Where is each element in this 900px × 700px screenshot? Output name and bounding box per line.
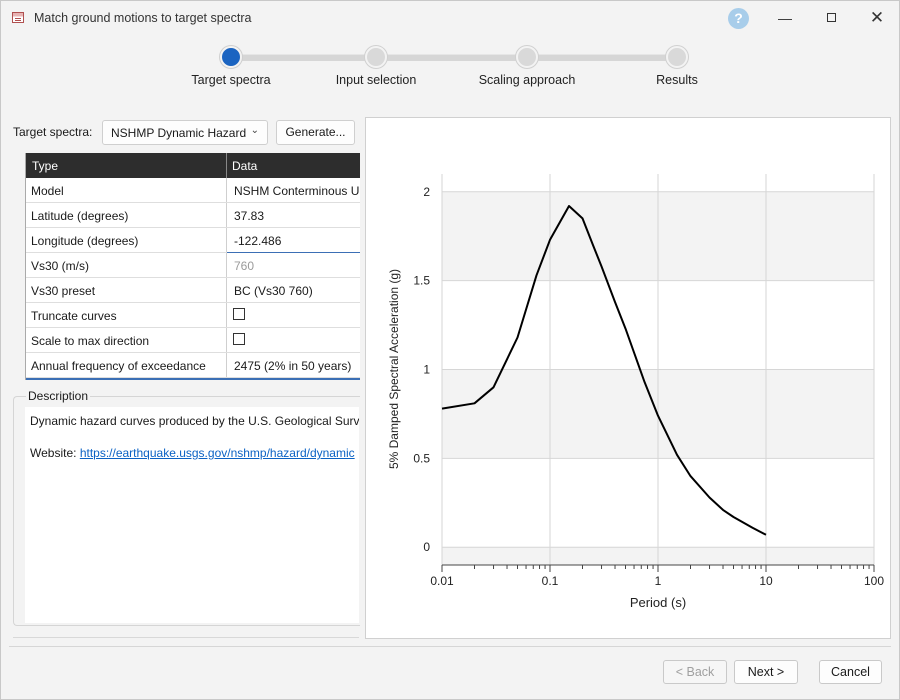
website-label: Website: <box>30 446 77 460</box>
description-website: Website: https://earthquake.usgs.gov/nsh… <box>30 446 355 460</box>
step-label: Results <box>656 73 698 87</box>
description-text: Dynamic hazard curves produced by the U.… <box>30 414 359 428</box>
cell-type: Latitude (degrees) <box>31 209 129 223</box>
back-button[interactable]: < Back <box>663 660 727 684</box>
help-button[interactable]: ? <box>728 8 749 29</box>
y-tick-label: 0 <box>423 540 430 554</box>
y-tick-label: 1.5 <box>413 274 430 288</box>
table-row[interactable]: Annual frequency of exceedance 2475 (2% … <box>26 353 360 378</box>
table-row[interactable]: Vs30 preset BC (Vs30 760) <box>26 278 360 303</box>
footer-divider <box>9 646 891 647</box>
table-row[interactable]: Longitude (degrees) -122.486 <box>26 228 360 253</box>
app-icon <box>12 12 24 23</box>
table-row[interactable]: Vs30 (m/s) 760 <box>26 253 360 278</box>
step-label: Scaling approach <box>478 73 576 87</box>
annual-frequency-select[interactable]: 2475 (2% in 50 years) <box>234 359 351 373</box>
chevron-down-icon: ⌄ <box>250 125 259 136</box>
target-spectra-label: Target spectra: <box>13 125 93 139</box>
cell-divider <box>226 328 227 352</box>
step-label: Input selection <box>335 73 417 87</box>
wizard-window: Match ground motions to target spectra ?… <box>0 0 900 700</box>
model-value[interactable]: NSHM Conterminous U.S. 2023 <box>234 184 360 198</box>
cell-type: Vs30 (m/s) <box>31 259 90 273</box>
left-panel-divider <box>13 637 359 638</box>
latitude-input[interactable]: 37.83 <box>234 209 264 223</box>
cell-divider <box>226 203 227 227</box>
step-scaling-approach[interactable]: Scaling approach <box>457 41 597 87</box>
cell-type: Scale to max direction <box>31 334 150 348</box>
cell-divider <box>226 353 227 377</box>
cell-divider <box>226 278 227 302</box>
maximize-icon[interactable] <box>822 9 840 27</box>
cell-type: Annual frequency of exceedance <box>31 359 206 373</box>
cancel-button[interactable]: Cancel <box>819 660 882 684</box>
step-target-spectra[interactable]: Target spectra <box>161 41 301 87</box>
generate-button[interactable]: Generate... <box>276 120 355 145</box>
spectrum-chart: 0.01 0.1 1 10 100 0 0.5 1 1.5 2 Period (s) 5% Dam… <box>387 174 884 610</box>
website-link[interactable]: https://earthquake.usgs.gov/nshmp/hazard… <box>80 446 355 460</box>
table-row[interactable]: Truncate curves <box>26 303 360 328</box>
step-dot <box>516 46 538 68</box>
x-tick-label: 100 <box>864 574 884 588</box>
cell-divider <box>226 228 227 252</box>
longitude-input[interactable]: -122.486 <box>234 234 281 248</box>
minimize-icon[interactable]: — <box>776 9 794 27</box>
y-tick-label: 2 <box>423 185 430 199</box>
table-row[interactable]: Latitude (degrees) 37.83 <box>26 203 360 228</box>
step-results[interactable]: Results <box>607 41 747 87</box>
grid-bottom-border <box>26 378 360 380</box>
cell-type: Vs30 preset <box>31 284 96 298</box>
description-area: Dynamic hazard curves produced by the U.… <box>25 407 359 623</box>
column-divider[interactable] <box>226 153 227 178</box>
description-legend: Description <box>26 389 91 403</box>
x-tick-label: 10 <box>759 574 773 588</box>
x-tick-label: 0.01 <box>430 574 454 588</box>
step-dot <box>365 46 387 68</box>
scale-max-direction-checkbox[interactable] <box>233 333 245 345</box>
column-header-type[interactable]: Type <box>32 159 58 173</box>
close-icon[interactable]: ✕ <box>868 9 886 27</box>
window-title: Match ground motions to target spectra <box>34 11 252 25</box>
spectrum-chart-panel: 0.01 0.1 1 10 100 0 0.5 1 1.5 2 Period (s) 5% Dam… <box>365 117 891 639</box>
cell-type: Longitude (degrees) <box>31 234 139 248</box>
x-axis-label: Period (s) <box>630 595 686 610</box>
cell-divider <box>226 303 227 327</box>
y-tick-label: 1 <box>423 363 430 377</box>
target-spectra-dropdown[interactable]: NSHMP Dynamic Hazard Curves ⌄ <box>102 120 268 145</box>
grid-header: Type Data <box>26 153 360 178</box>
parameters-grid: Type Data Model NSHM Conterminous U.S. 2… <box>25 153 360 380</box>
y-axis-label: 5% Damped Spectral Acceleration (g) <box>387 269 401 469</box>
next-button[interactable]: Next > <box>734 660 798 684</box>
wizard-stepper: Target spectra Input selection Scaling a… <box>161 41 741 91</box>
x-tick-label: 0.1 <box>542 574 559 588</box>
vs30-preset-select[interactable]: BC (Vs30 760) <box>234 284 313 298</box>
cell-divider <box>226 253 227 277</box>
title-bar: Match ground motions to target spectra ?… <box>1 1 899 35</box>
table-row[interactable]: Model NSHM Conterminous U.S. 2023 <box>26 178 360 203</box>
cell-type: Model <box>31 184 64 198</box>
cell-divider <box>226 178 227 202</box>
y-tick-label: 0.5 <box>413 451 430 465</box>
vs30-value: 760 <box>234 259 255 273</box>
truncate-curves-checkbox[interactable] <box>233 308 245 320</box>
step-input-selection[interactable]: Input selection <box>306 41 446 87</box>
cell-type: Truncate curves <box>31 309 117 323</box>
step-dot-active <box>220 46 242 68</box>
target-spectra-value: NSHMP Dynamic Hazard Curves <box>111 126 246 140</box>
step-label: Target spectra <box>191 73 271 87</box>
step-dot <box>666 46 688 68</box>
table-row[interactable]: Scale to max direction <box>26 328 360 353</box>
column-header-data[interactable]: Data <box>232 159 257 173</box>
x-tick-label: 1 <box>655 574 662 588</box>
